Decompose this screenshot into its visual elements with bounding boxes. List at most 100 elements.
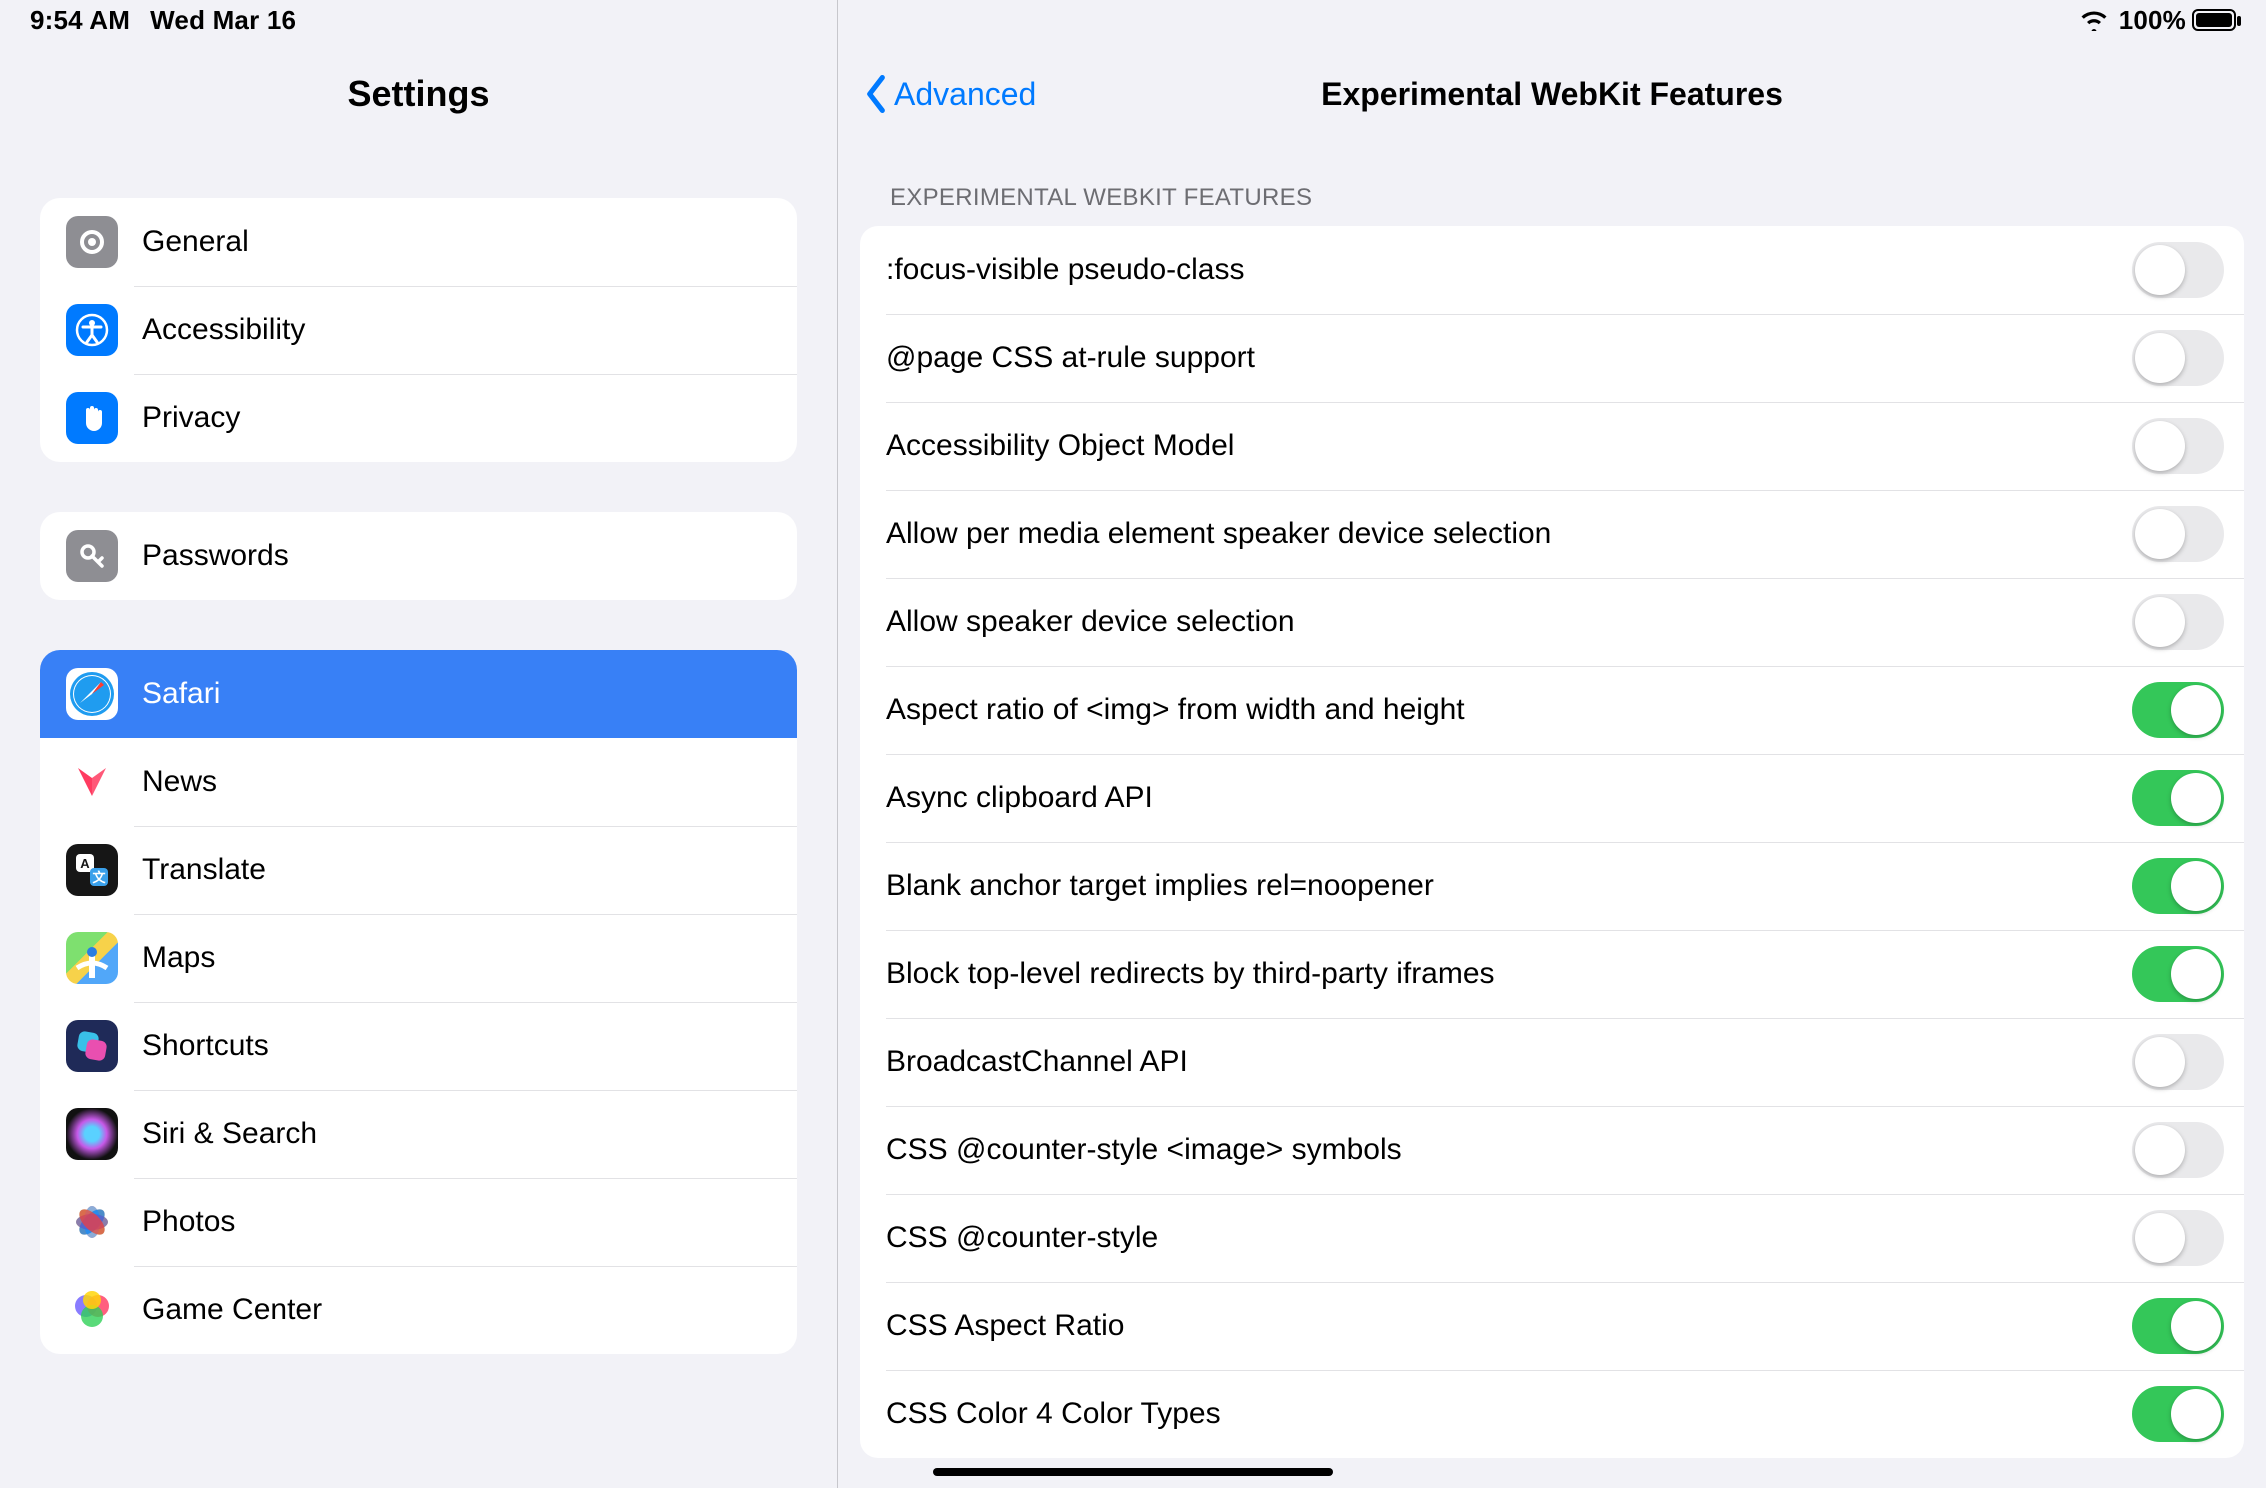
feature-label: Accessibility Object Model [886,429,2132,463]
feature-toggle[interactable] [2132,418,2224,474]
feature-row: CSS Color 4 Color Types [860,1370,2244,1458]
safari-icon [66,668,118,720]
back-label: Advanced [894,76,1036,113]
sidebar-group: General Accessibility Privacy [40,198,797,462]
sidebar-item-label: Translate [142,853,266,887]
feature-toggle[interactable] [2132,1034,2224,1090]
sidebar-group: Safari News A文 Translate Maps Shortcuts Siri &… [40,650,797,1354]
sidebar-item-label: Shortcuts [142,1029,269,1063]
sidebar-item-maps[interactable]: Maps [40,914,797,1002]
main-topbar: Advanced Experimental WebKit Features [838,40,2266,148]
feature-toggle[interactable] [2132,1298,2224,1354]
home-indicator[interactable] [933,1468,1333,1476]
feature-toggle[interactable] [2132,506,2224,562]
feature-label: BroadcastChannel API [886,1045,2132,1079]
sidebar-topbar: Settings [0,40,837,148]
photos-icon [66,1196,118,1248]
shortcuts-icon [66,1020,118,1072]
sidebar-item-label: Siri & Search [142,1117,317,1151]
gear-icon [66,216,118,268]
toggle-knob [2171,949,2221,999]
feature-row: @page CSS at-rule support [860,314,2244,402]
key-icon [66,530,118,582]
features-group: :focus-visible pseudo-class @page CSS at-… [860,226,2244,1458]
toggle-knob [2171,685,2221,735]
feature-toggle[interactable] [2132,682,2224,738]
feature-toggle[interactable] [2132,242,2224,298]
toggle-knob [2171,1389,2221,1439]
page-title: Experimental WebKit Features [1321,76,1783,113]
feature-toggle[interactable] [2132,1210,2224,1266]
feature-label: CSS Aspect Ratio [886,1309,2132,1343]
sidebar-title: Settings [347,73,489,115]
section-header: EXPERIMENTAL WEBKIT FEATURES [860,148,2244,212]
feature-label: Aspect ratio of <img> from width and hei… [886,693,2132,727]
feature-row: CSS Aspect Ratio [860,1282,2244,1370]
feature-label: Block top-level redirects by third-party… [886,957,2132,991]
toggle-knob [2135,1125,2185,1175]
feature-label: @page CSS at-rule support [886,341,2132,375]
feature-toggle[interactable] [2132,594,2224,650]
sidebar-item-passwords[interactable]: Passwords [40,512,797,600]
feature-toggle[interactable] [2132,858,2224,914]
sidebar-item-privacy[interactable]: Privacy [40,374,797,462]
feature-toggle[interactable] [2132,770,2224,826]
hand-icon [66,392,118,444]
toggle-knob [2135,1037,2185,1087]
feature-row: Aspect ratio of <img> from width and hei… [860,666,2244,754]
toggle-knob [2171,1301,2221,1351]
feature-row: Allow per media element speaker device s… [860,490,2244,578]
feature-row: Blank anchor target implies rel=noopener [860,842,2244,930]
chevron-left-icon [862,75,890,113]
news-icon [66,756,118,808]
toggle-knob [2135,333,2185,383]
feature-row: BroadcastChannel API [860,1018,2244,1106]
sidebar-item-label: News [142,765,217,799]
sidebar-item-label: Privacy [142,401,240,435]
sidebar-item-gamecenter[interactable]: Game Center [40,1266,797,1354]
feature-row: Async clipboard API [860,754,2244,842]
translate-icon: A文 [66,844,118,896]
toggle-knob [2171,861,2221,911]
svg-text:文: 文 [92,870,106,885]
feature-toggle[interactable] [2132,330,2224,386]
feature-label: Allow speaker device selection [886,605,2132,639]
sidebar-item-photos[interactable]: Photos [40,1178,797,1266]
settings-sidebar: Settings General Accessibility Privacy Pass… [0,0,838,1488]
feature-row: CSS @counter-style <image> symbols [860,1106,2244,1194]
sidebar-item-label: Passwords [142,539,289,573]
sidebar-item-news[interactable]: News [40,738,797,826]
sidebar-item-siri[interactable]: Siri & Search [40,1090,797,1178]
feature-label: Blank anchor target implies rel=noopener [886,869,2132,903]
sidebar-item-safari[interactable]: Safari [40,650,797,738]
toggle-knob [2135,245,2185,295]
feature-row: Accessibility Object Model [860,402,2244,490]
feature-toggle[interactable] [2132,946,2224,1002]
sidebar-item-label: Game Center [142,1293,322,1327]
sidebar-item-label: Accessibility [142,313,305,347]
sidebar-item-translate[interactable]: A文 Translate [40,826,797,914]
feature-label: Async clipboard API [886,781,2132,815]
toggle-knob [2171,773,2221,823]
sidebar-item-general[interactable]: General [40,198,797,286]
feature-row: Block top-level redirects by third-party… [860,930,2244,1018]
feature-toggle[interactable] [2132,1386,2224,1442]
feature-label: CSS @counter-style <image> symbols [886,1133,2132,1167]
toggle-knob [2135,421,2185,471]
feature-row: CSS @counter-style [860,1194,2244,1282]
sidebar-item-shortcuts[interactable]: Shortcuts [40,1002,797,1090]
svg-text:A: A [80,856,90,871]
gamecenter-icon [66,1284,118,1336]
siri-icon [66,1108,118,1160]
sidebar-item-label: General [142,225,249,259]
maps-icon [66,932,118,984]
sidebar-item-label: Photos [142,1205,235,1239]
feature-label: Allow per media element speaker device s… [886,517,2132,551]
feature-toggle[interactable] [2132,1122,2224,1178]
feature-row: Allow speaker device selection [860,578,2244,666]
feature-label: :focus-visible pseudo-class [886,253,2132,287]
sidebar-item-accessibility[interactable]: Accessibility [40,286,797,374]
toggle-knob [2135,1213,2185,1263]
toggle-knob [2135,509,2185,559]
back-button[interactable]: Advanced [862,75,1036,113]
